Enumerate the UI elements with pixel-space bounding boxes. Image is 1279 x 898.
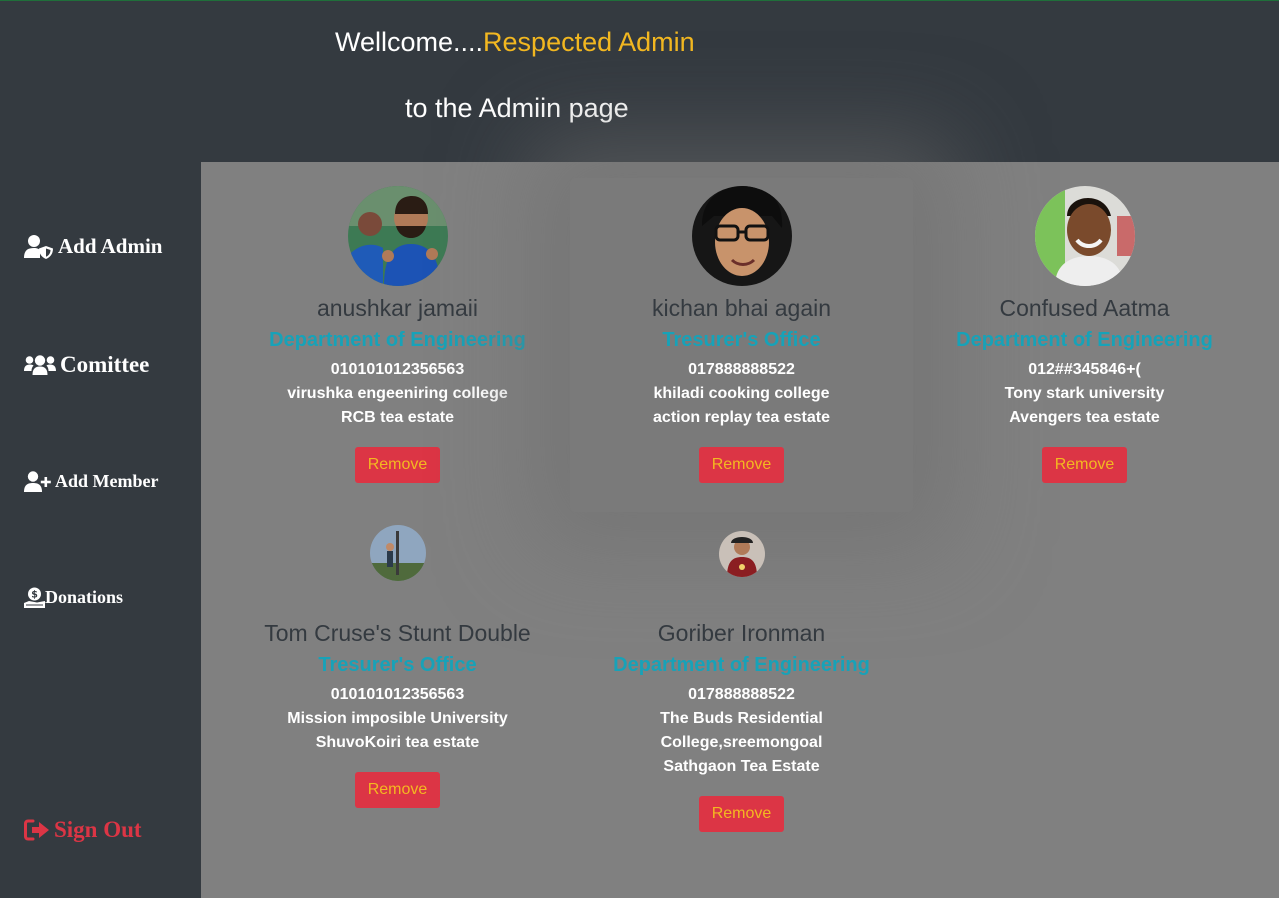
member-phone: 012##345846+( [1028, 361, 1141, 378]
welcome-accent: Respected Admin [483, 27, 695, 57]
member-phone: 010101012356563 [330, 361, 465, 378]
member-name: Goriber Ironman [657, 620, 826, 646]
member-institution-cont: College,sreemongoal [660, 734, 823, 751]
user-shield-icon [24, 234, 58, 259]
member-card: anushkar jamaii Department of Engineerin… [226, 186, 569, 483]
sidebar-item-add-admin[interactable]: Add Admin [24, 234, 162, 259]
welcome-heading: Wellcome....Respected Admin [335, 27, 695, 58]
sign-out-icon [24, 819, 54, 841]
member-department: Tresurer's Office [662, 329, 821, 351]
member-institution: virushka engeeniring college [287, 385, 508, 402]
member-address: ShuvoKoiri tea estate [315, 734, 480, 751]
remove-button[interactable]: Remove [698, 796, 785, 832]
member-phone: 017888888522 [688, 686, 795, 703]
member-card: kichan bhai again Tresurer's Office 0178… [570, 178, 913, 512]
remove-button[interactable]: Remove [1041, 447, 1128, 483]
member-address: action replay tea estate [653, 409, 830, 426]
sign-out-label: Sign Out [54, 817, 142, 842]
member-name: Tom Cruse's Stunt Double [264, 620, 531, 646]
sidebar-item-comittee[interactable]: Comittee [24, 352, 149, 378]
member-address: Avengers tea estate [1009, 409, 1160, 426]
sidebar-item-label: Donations [45, 587, 124, 607]
member-institution: Tony stark university [1004, 385, 1165, 402]
remove-button[interactable]: Remove [354, 772, 441, 808]
sidebar-item-donations[interactable]: $ Donations [24, 587, 123, 608]
svg-text:$: $ [31, 590, 38, 601]
users-icon [24, 354, 60, 376]
member-institution: The Buds Residential [660, 710, 823, 727]
member-address: Sathgaon Tea Estate [663, 758, 820, 775]
member-department: Department of Engineering [269, 329, 526, 351]
member-card: Goriber Ironman Department of Engineerin… [570, 531, 913, 832]
member-institution: khiladi cooking college [653, 385, 830, 402]
remove-button[interactable]: Remove [698, 447, 785, 483]
sign-out-link[interactable]: Sign Out [24, 817, 142, 843]
sidebar-item-add-member[interactable]: Add Member [24, 471, 158, 492]
member-department: Department of Engineering [956, 329, 1213, 351]
welcome-subtitle: to the Admiin page [405, 93, 629, 123]
member-avatar [718, 531, 765, 577]
member-institution: Mission imposible University [287, 710, 508, 727]
member-name: Confused Aatma [999, 295, 1170, 321]
member-name: anushkar jamaii [316, 295, 479, 321]
member-address: RCB tea estate [341, 409, 454, 426]
user-plus-icon [24, 471, 55, 492]
member-card: Confused Aatma Department of Engineering… [913, 186, 1256, 483]
member-avatar [1034, 186, 1135, 286]
sidebar-item-label: Comittee [60, 352, 150, 377]
page-header: Wellcome....Respected Admin to the Admii… [0, 1, 1279, 162]
member-card: Tom Cruse's Stunt Double Tresurer's Offi… [226, 525, 569, 808]
member-department: Department of Engineering [613, 654, 870, 676]
member-department: Tresurer's Office [318, 654, 477, 676]
member-avatar [347, 186, 448, 286]
member-phone: 010101012356563 [330, 686, 465, 703]
member-avatar [691, 186, 792, 286]
sidebar-item-label: Add Admin [58, 234, 163, 258]
member-avatar [369, 525, 426, 581]
sidebar: Add Admin Comittee Add Member $ Donation… [0, 162, 201, 898]
sidebar-item-label: Add Member [55, 471, 159, 491]
member-name: kichan bhai again [651, 295, 832, 321]
remove-button[interactable]: Remove [354, 447, 441, 483]
hand-holding-dollar-icon: $ [24, 587, 45, 608]
welcome-prefix: Wellcome.... [335, 27, 484, 57]
member-phone: 017888888522 [688, 361, 795, 378]
members-panel: anushkar jamaii Department of Engineerin… [201, 162, 1279, 898]
